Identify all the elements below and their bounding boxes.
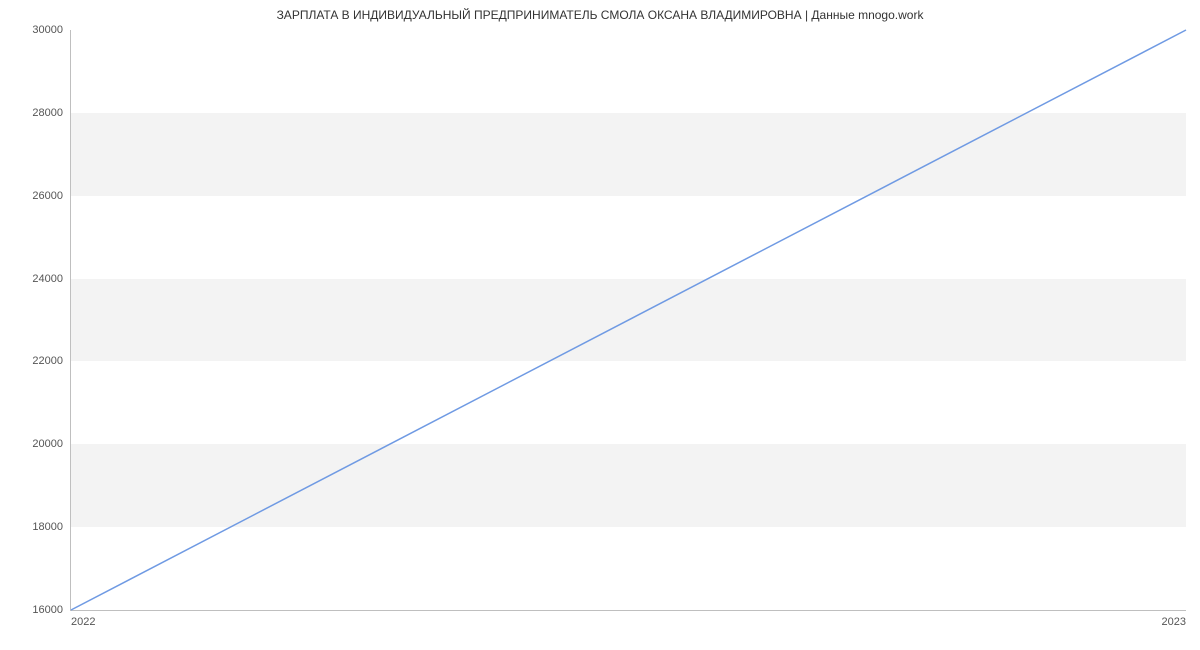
y-tick-label: 24000 xyxy=(32,273,71,285)
y-tick-label: 20000 xyxy=(32,438,71,450)
chart-title: ЗАРПЛАТА В ИНДИВИДУАЛЬНЫЙ ПРЕДПРИНИМАТЕЛ… xyxy=(0,8,1200,22)
y-tick-label: 28000 xyxy=(32,107,71,119)
y-tick-label: 16000 xyxy=(32,604,71,616)
y-tick-label: 30000 xyxy=(32,24,71,36)
data-line xyxy=(71,30,1186,610)
y-tick-label: 26000 xyxy=(32,190,71,202)
line-layer xyxy=(71,30,1186,610)
y-tick-label: 18000 xyxy=(32,521,71,533)
x-tick-label: 2023 xyxy=(1162,610,1186,628)
chart-container: ЗАРПЛАТА В ИНДИВИДУАЛЬНЫЙ ПРЕДПРИНИМАТЕЛ… xyxy=(0,0,1200,650)
plot-area: 1600018000200002200024000260002800030000… xyxy=(70,30,1186,611)
x-tick-label: 2022 xyxy=(71,610,95,628)
y-tick-label: 22000 xyxy=(32,355,71,367)
